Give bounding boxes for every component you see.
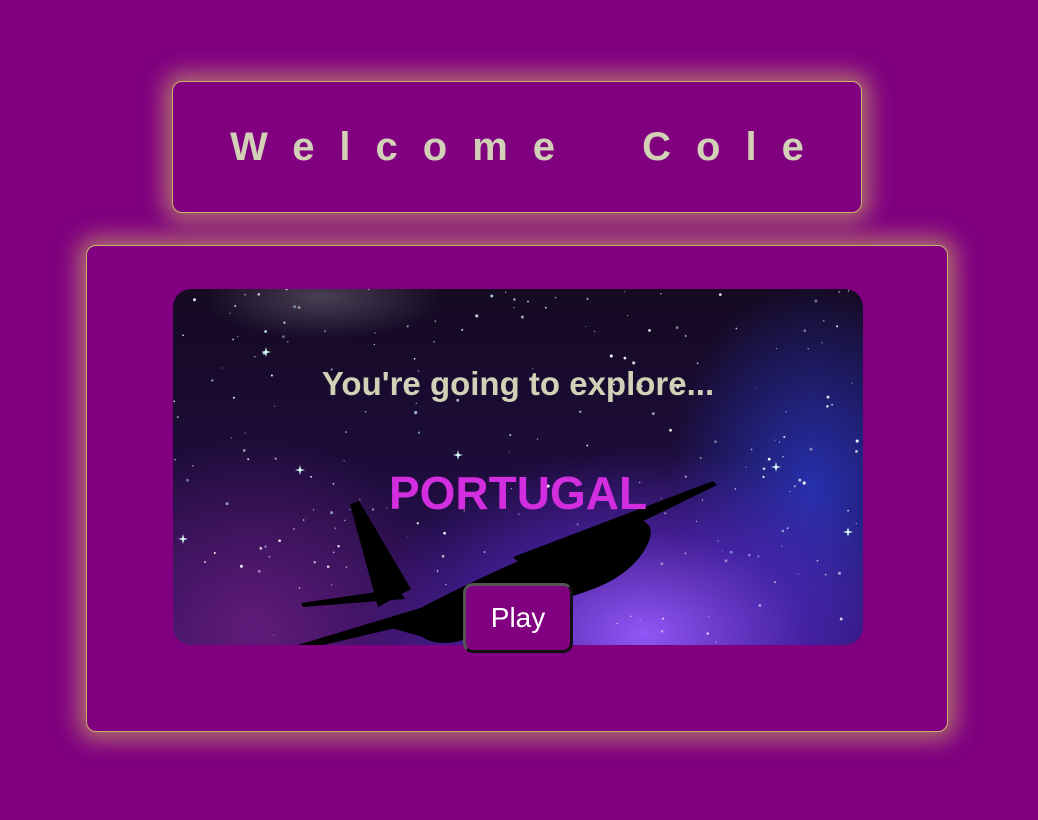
explore-heading: You're going to explore... xyxy=(321,365,715,402)
welcome-title: Welcome Cole xyxy=(230,124,829,169)
game-panel: You're going to explore... PORTUGAL Play xyxy=(86,245,948,732)
play-button[interactable]: Play xyxy=(463,583,573,653)
welcome-banner: Welcome Cole xyxy=(172,81,862,213)
destination-country: PORTUGAL xyxy=(388,467,648,519)
